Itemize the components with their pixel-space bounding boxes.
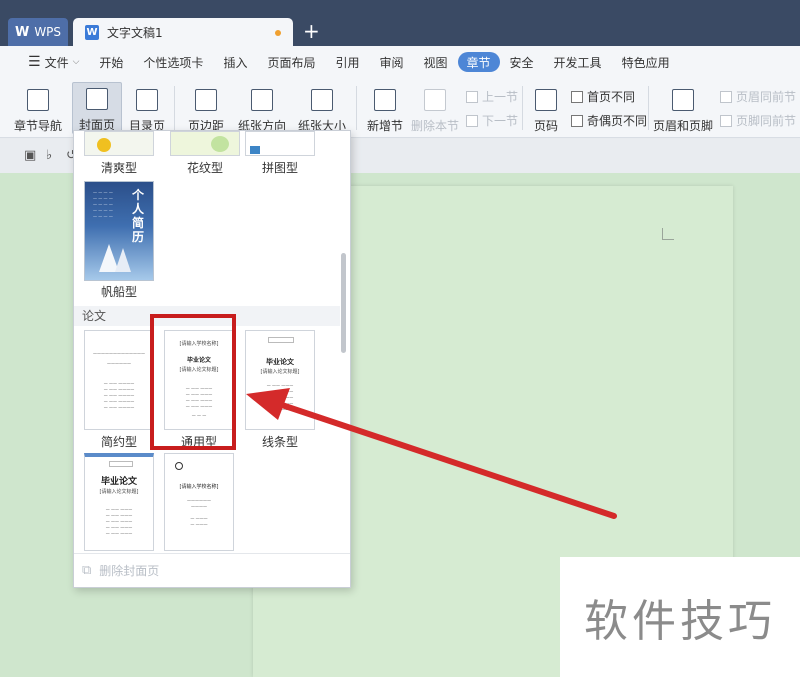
arrow-head-icon xyxy=(246,388,290,420)
arrow-shaft xyxy=(279,402,617,519)
red-arrow-annotation xyxy=(246,388,617,519)
